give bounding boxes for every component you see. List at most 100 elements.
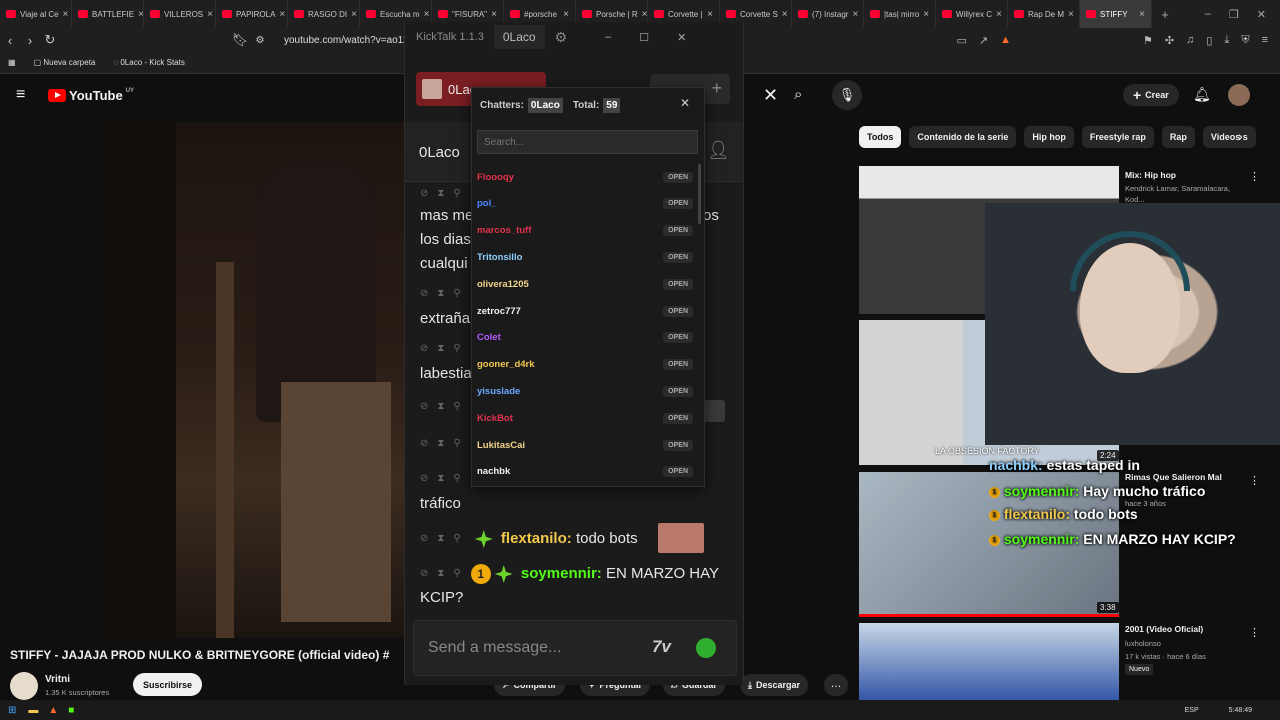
- open-chatter-button[interactable]: OPEN: [663, 439, 693, 451]
- rec-title[interactable]: 2001 (Video Oficial): [1125, 624, 1245, 634]
- ban-icon[interactable]: ⊘: [420, 337, 428, 361]
- clear-search-icon[interactable]: ✕: [763, 85, 778, 106]
- tab-close-icon[interactable]: ×: [852, 9, 858, 20]
- browser-tab[interactable]: VILLEROS ×: [144, 0, 216, 28]
- browser-tab[interactable]: RASGO DI ×: [288, 0, 360, 28]
- chatter-row[interactable]: zetroc777 OPEN: [477, 300, 693, 322]
- open-chatter-button[interactable]: OPEN: [663, 385, 693, 397]
- chatter-search-input[interactable]: [477, 130, 698, 154]
- minimize-icon[interactable]: –: [605, 31, 611, 43]
- folder-icon[interactable]: ▬: [28, 705, 38, 716]
- open-chatter-button[interactable]: OPEN: [663, 198, 693, 210]
- tab-close-icon[interactable]: ×: [63, 9, 69, 20]
- music-icon[interactable]: ♫: [1186, 34, 1194, 47]
- bookmark-link[interactable]: ◌ 0Laco - Kick Stats: [113, 58, 184, 67]
- more-options-icon[interactable]: ⋮: [1249, 170, 1260, 183]
- ban-icon[interactable]: ⊘: [420, 395, 428, 419]
- pin-icon[interactable]: ⚲: [453, 395, 460, 419]
- ban-icon[interactable]: ⊘: [420, 432, 428, 456]
- pin-icon[interactable]: ⚲: [453, 527, 460, 551]
- channel-name[interactable]: Vritni: [45, 674, 70, 685]
- open-chatter-button[interactable]: OPEN: [663, 225, 693, 237]
- menu-icon[interactable]: ≡: [1262, 34, 1268, 47]
- timeout-icon[interactable]: ⧗: [437, 562, 444, 586]
- chatter-row[interactable]: marcos_tuff OPEN: [477, 220, 693, 242]
- video-player[interactable]: [106, 122, 406, 638]
- chatter-row[interactable]: LukitasCai OPEN: [477, 434, 693, 456]
- open-chatter-button[interactable]: OPEN: [663, 171, 693, 183]
- message-input[interactable]: Send a message...: [428, 639, 561, 657]
- chatter-row[interactable]: yisuslade OPEN: [477, 380, 693, 402]
- chatter-name[interactable]: nachbk: [477, 466, 510, 477]
- 7tv-emote-icon[interactable]: 7v: [652, 637, 671, 657]
- timeout-icon[interactable]: ⧗: [437, 282, 444, 306]
- browser-tab[interactable]: BATTLEFIE ×: [72, 0, 144, 28]
- pin-icon[interactable]: ⚲: [453, 282, 460, 306]
- chip-all[interactable]: Todos: [859, 126, 902, 148]
- minimize-icon[interactable]: –: [1205, 8, 1211, 21]
- chatter-row[interactable]: Floooqy OPEN: [477, 166, 693, 188]
- ban-icon[interactable]: ⊘: [420, 467, 428, 491]
- chatter-name[interactable]: marcos_tuff: [477, 225, 531, 236]
- chatter-row[interactable]: gooner_d4rk OPEN: [477, 354, 693, 376]
- more-options-icon[interactable]: ⋮: [1249, 474, 1260, 487]
- timeout-icon[interactable]: ⧗: [437, 432, 444, 456]
- tab-close-icon[interactable]: ×: [1068, 9, 1074, 20]
- chat-username[interactable]: soymennir:: [521, 565, 602, 582]
- subscribe-button[interactable]: Suscribirse: [133, 673, 203, 696]
- chatter-name[interactable]: zetroc777: [477, 306, 521, 317]
- ban-icon[interactable]: ⊘: [420, 282, 428, 306]
- tab-close-icon[interactable]: ×: [642, 9, 647, 20]
- timeout-icon[interactable]: ⧗: [437, 527, 444, 551]
- back-icon[interactable]: ‹: [0, 33, 20, 48]
- translate-icon[interactable]: ⚑: [1143, 34, 1153, 47]
- chat-username[interactable]: flextanilo:: [501, 530, 572, 547]
- chevron-right-icon[interactable]: ›: [1238, 128, 1243, 144]
- voice-search-icon[interactable]: 🎙︎: [832, 80, 862, 110]
- more-actions-button[interactable]: …: [824, 674, 848, 696]
- kick-emote-icon[interactable]: [696, 638, 716, 658]
- sidebar-icon[interactable]: ▯: [1206, 34, 1212, 47]
- tab-close-icon[interactable]: ×: [996, 9, 1002, 20]
- tab-close-icon[interactable]: ×: [351, 9, 357, 20]
- chatter-row[interactable]: KickBot OPEN: [477, 407, 693, 429]
- brave-icon[interactable]: ▲: [48, 705, 58, 716]
- timeout-icon[interactable]: ⧗: [437, 395, 444, 419]
- brave-shield-icon[interactable]: ▲: [1000, 34, 1011, 47]
- browser-tab[interactable]: STIFFY ×: [1080, 0, 1152, 28]
- chatter-name[interactable]: pol_: [477, 198, 497, 209]
- rec-title[interactable]: Rimas Que Salieron Mal: [1125, 472, 1245, 482]
- chip-hiphop[interactable]: Hip hop: [1024, 126, 1074, 148]
- browser-tab[interactable]: Willyrex C ×: [936, 0, 1008, 28]
- youtube-logo[interactable]: YouTube UY: [48, 88, 134, 103]
- chatter-row[interactable]: Tritonsillo OPEN: [477, 246, 693, 268]
- chatter-name[interactable]: Floooqy: [477, 172, 514, 183]
- maximize-icon[interactable]: ☐: [639, 31, 649, 44]
- pin-icon[interactable]: ⚲: [453, 337, 460, 361]
- chatter-name[interactable]: LukitasCai: [477, 440, 525, 451]
- share-icon[interactable]: ↗: [979, 34, 988, 47]
- tab-close-icon[interactable]: ×: [1139, 9, 1145, 20]
- pin-icon[interactable]: ⚲: [453, 562, 460, 586]
- ban-icon[interactable]: ⊘: [420, 182, 428, 206]
- shield-icon[interactable]: ⛨: [1241, 34, 1249, 47]
- chatter-row[interactable]: nachbk OPEN: [477, 461, 693, 483]
- pin-icon[interactable]: ⚲: [453, 432, 460, 456]
- tab-close-icon[interactable]: ×: [279, 9, 285, 20]
- chatter-name[interactable]: Colet: [477, 332, 501, 343]
- chatter-row[interactable]: pol_ OPEN: [477, 193, 693, 215]
- open-chatter-button[interactable]: OPEN: [663, 305, 693, 317]
- close-icon[interactable]: ✕: [677, 31, 686, 44]
- scrollbar-thumb[interactable]: [698, 164, 701, 224]
- avatar[interactable]: [1228, 84, 1250, 106]
- search-icon[interactable]: ⌕: [794, 86, 802, 103]
- tab-close-icon[interactable]: ×: [707, 9, 713, 20]
- new-tab-button[interactable]: +: [1152, 7, 1178, 22]
- more-options-icon[interactable]: ⋮: [1249, 626, 1260, 639]
- pin-icon[interactable]: ⚲: [453, 182, 460, 206]
- open-chatter-button[interactable]: OPEN: [663, 359, 693, 371]
- bookmark-folder[interactable]: ▢ Nueva carpeta: [34, 58, 96, 67]
- rec-thumbnail[interactable]: [859, 623, 1119, 700]
- tab-close-icon[interactable]: ×: [923, 9, 929, 20]
- kicktalk-user-tab[interactable]: 0Laco: [493, 25, 545, 49]
